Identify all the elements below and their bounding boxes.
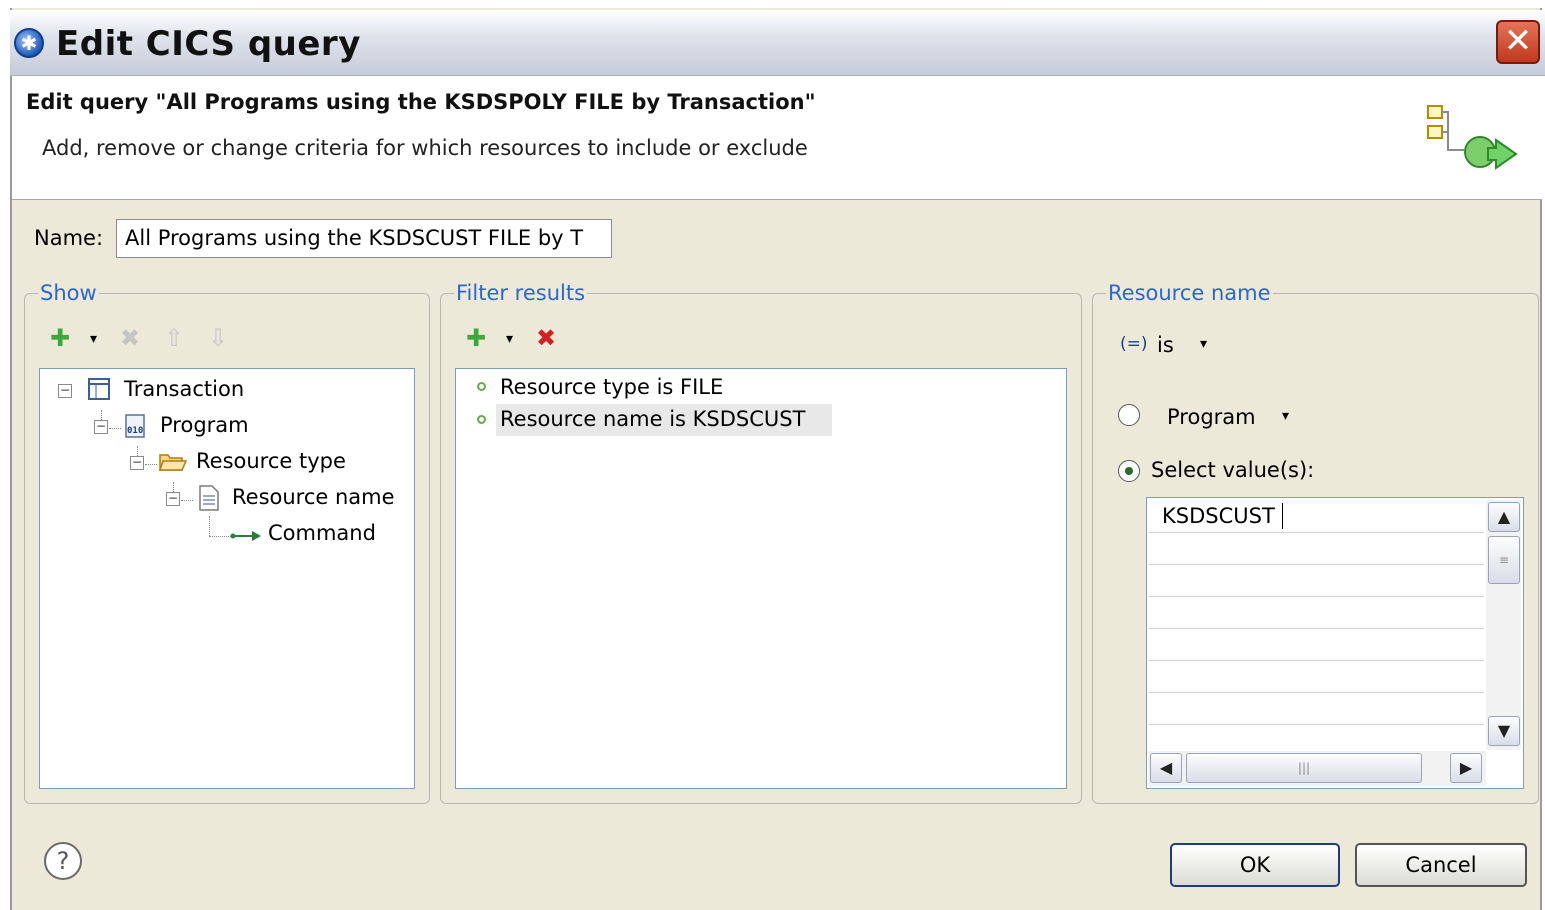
- window-title: Edit CICS query: [56, 24, 361, 64]
- document-icon: [199, 485, 219, 511]
- filter-bullet-icon: [477, 415, 486, 424]
- move-down-icon[interactable]: ⇩: [208, 326, 228, 350]
- tree-item-command[interactable]: Command: [268, 521, 376, 545]
- add-show-dropdown-icon[interactable]: ▾: [90, 331, 97, 347]
- scroll-down-icon[interactable]: ▼: [1488, 716, 1520, 746]
- scroll-left-icon[interactable]: ◀: [1150, 753, 1182, 783]
- delete-show-icon[interactable]: ✖: [120, 326, 140, 350]
- radio-select-values[interactable]: [1118, 460, 1140, 482]
- cancel-button[interactable]: Cancel: [1355, 843, 1527, 887]
- delete-filter-icon[interactable]: ✖: [536, 326, 556, 350]
- tree-item-program[interactable]: Program: [160, 413, 249, 437]
- equals-operator-icon: (=): [1120, 334, 1148, 354]
- show-legend: Show: [38, 281, 99, 305]
- move-up-icon[interactable]: ⇧: [164, 326, 184, 350]
- table-icon: [88, 378, 110, 400]
- filter-item-resource-name[interactable]: Resource name is KSDSCUST: [500, 407, 805, 431]
- radio-program-label[interactable]: Program: [1167, 405, 1256, 429]
- collapse-program-icon[interactable]: −: [94, 420, 108, 434]
- collapse-transaction-icon[interactable]: −: [58, 384, 72, 398]
- add-filter-icon[interactable]: ✚: [466, 326, 486, 350]
- add-filter-dropdown-icon[interactable]: ▾: [506, 331, 513, 347]
- binary-file-icon: 010: [125, 414, 145, 438]
- scroll-up-icon[interactable]: ▲: [1488, 502, 1520, 532]
- cics-app-icon: ✱: [14, 28, 44, 58]
- value-cell-input[interactable]: KSDSCUST: [1162, 504, 1275, 528]
- program-dropdown-icon[interactable]: ▾: [1282, 408, 1289, 424]
- radio-select-values-label[interactable]: Select value(s):: [1151, 458, 1314, 482]
- ok-button[interactable]: OK: [1170, 843, 1340, 887]
- arrow-right-icon: [230, 531, 261, 541]
- name-label: Name:: [34, 226, 104, 250]
- resource-name-legend: Resource name: [1106, 281, 1273, 305]
- scroll-right-icon[interactable]: ▶: [1450, 753, 1482, 783]
- operator-dropdown-icon[interactable]: ▾: [1200, 336, 1207, 352]
- filter-bullet-icon: [477, 382, 486, 391]
- help-icon[interactable]: ?: [44, 842, 82, 880]
- collapse-resource-type-icon[interactable]: −: [130, 456, 144, 470]
- tree-item-resource-name[interactable]: Resource name: [232, 485, 395, 509]
- svg-text:010: 010: [127, 426, 143, 436]
- query-wizard-icon: [1427, 105, 1518, 170]
- folder-open-icon: [158, 454, 188, 471]
- name-input[interactable]: All Programs using the KSDSCUST FILE by …: [116, 219, 612, 258]
- vertical-scroll-thumb[interactable]: ≡: [1488, 536, 1520, 584]
- add-show-icon[interactable]: ✚: [50, 326, 70, 350]
- header-description: Add, remove or change criteria for which…: [42, 136, 808, 160]
- filter-item-resource-type[interactable]: Resource type is FILE: [500, 375, 723, 399]
- text-cursor: [1282, 503, 1283, 529]
- horizontal-scroll-thumb[interactable]: |||: [1186, 753, 1422, 783]
- tree-item-resource-type[interactable]: Resource type: [196, 449, 346, 473]
- close-button[interactable]: ✕: [1496, 20, 1540, 64]
- tree-item-transaction[interactable]: Transaction: [124, 377, 244, 401]
- operator-select[interactable]: is: [1157, 333, 1174, 357]
- radio-program[interactable]: [1118, 404, 1140, 426]
- collapse-resource-name-icon[interactable]: −: [166, 492, 180, 506]
- header-title: Edit query "All Programs using the KSDSP…: [26, 90, 816, 114]
- filter-legend: Filter results: [454, 281, 588, 305]
